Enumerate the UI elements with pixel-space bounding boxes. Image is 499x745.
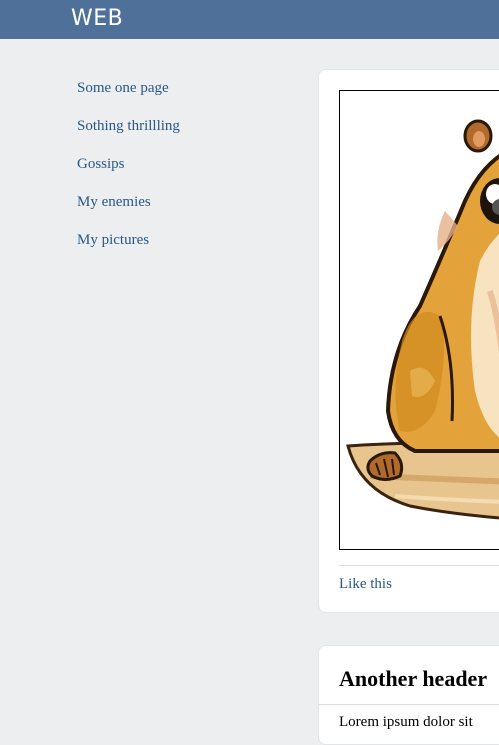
like-button[interactable]: Like this	[339, 576, 392, 593]
sidebar-item-sothing-thrillling[interactable]: Sothing thrillling	[77, 117, 277, 155]
post-image	[339, 90, 499, 550]
sidebar-nav: Some one page Sothing thrillling Gossips…	[77, 79, 277, 269]
post-card-second: Another header Lorem ipsum dolor sit	[318, 645, 499, 745]
post-title: Another header	[339, 666, 488, 691]
top-bar: WEB	[0, 0, 499, 39]
post-body: Lorem ipsum dolor sit	[339, 714, 473, 730]
sidebar-item-some-one-page[interactable]: Some one page	[77, 79, 277, 117]
post-card: Like this	[318, 69, 499, 613]
sidebar-item-my-pictures[interactable]: My pictures	[77, 231, 277, 269]
sidebar-item-my-enemies[interactable]: My enemies	[77, 193, 277, 231]
sidebar-item-gossips[interactable]: Gossips	[77, 155, 277, 193]
hamster-illustration	[346, 119, 499, 520]
brand-logo[interactable]: WEB	[71, 6, 123, 31]
post-divider	[339, 565, 499, 566]
post-divider	[319, 704, 499, 705]
